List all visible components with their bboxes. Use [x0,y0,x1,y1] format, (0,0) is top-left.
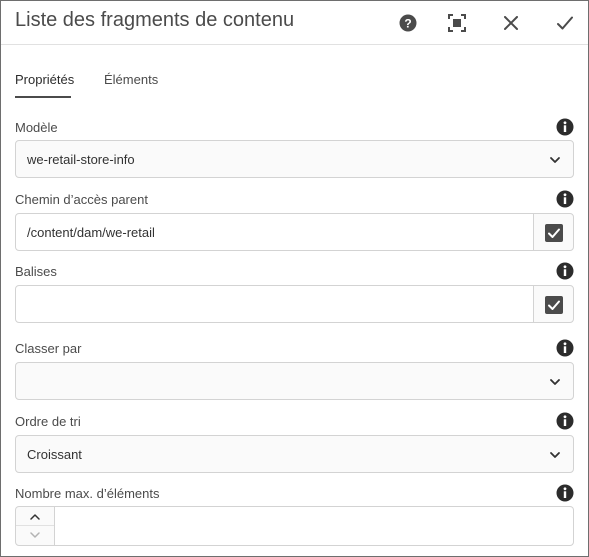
select-checkbox-icon [545,296,563,314]
chevron-down-icon [550,379,560,385]
info-icon[interactable] [556,190,574,208]
increment-button[interactable] [16,507,54,526]
svg-text:?: ? [404,17,411,31]
tab-elements[interactable]: Éléments [104,72,158,87]
chevron-down-icon [550,157,560,163]
info-icon[interactable] [556,118,574,136]
tags-input[interactable] [15,285,534,323]
close-icon [504,16,518,30]
help-button[interactable]: ? [392,7,424,39]
sort-order-value: Croissant [27,447,82,462]
parent-path-label: Chemin d’accès parent [15,192,148,207]
fullscreen-button[interactable] [441,7,473,39]
chevron-up-icon [30,514,40,520]
close-button[interactable] [495,7,527,39]
parent-path-input[interactable]: /content/dam/we-retail [15,213,534,251]
sort-order-label: Ordre de tri [15,414,81,429]
info-icon[interactable] [556,339,574,357]
model-value: we-retail-store-info [27,152,135,167]
model-label: Modèle [15,120,58,135]
content-fragment-list-dialog: Liste des fragments de contenu ? Proprié… [0,0,589,557]
fullscreen-icon [448,14,466,32]
done-icon [557,16,573,30]
info-icon[interactable] [556,412,574,430]
max-items-input[interactable] [54,506,574,546]
chevron-down-icon [30,532,40,538]
order-by-label: Classer par [15,341,82,356]
max-items-label: Nombre max. d’éléments [15,486,160,501]
info-icon[interactable] [556,262,574,280]
info-icon[interactable] [556,484,574,502]
select-checkbox-icon [545,224,563,242]
dialog-title: Liste des fragments de contenu [15,9,295,31]
help-icon: ? [399,14,417,32]
tags-picker-button[interactable] [533,285,574,323]
decrement-button[interactable] [16,526,54,545]
parent-path-value: /content/dam/we-retail [27,225,155,240]
done-button[interactable] [549,7,581,39]
sort-order-select[interactable]: Croissant [15,435,574,473]
parent-path-picker-button[interactable] [533,213,574,251]
max-items-stepper [15,506,55,546]
active-tab-indicator [15,96,71,98]
dialog-header: Liste des fragments de contenu ? [1,1,588,45]
chevron-down-icon [550,452,560,458]
model-select[interactable]: we-retail-store-info [15,140,574,178]
tab-properties[interactable]: Propriétés [15,72,74,87]
order-by-select[interactable] [15,362,574,400]
tags-label: Balises [15,264,57,279]
